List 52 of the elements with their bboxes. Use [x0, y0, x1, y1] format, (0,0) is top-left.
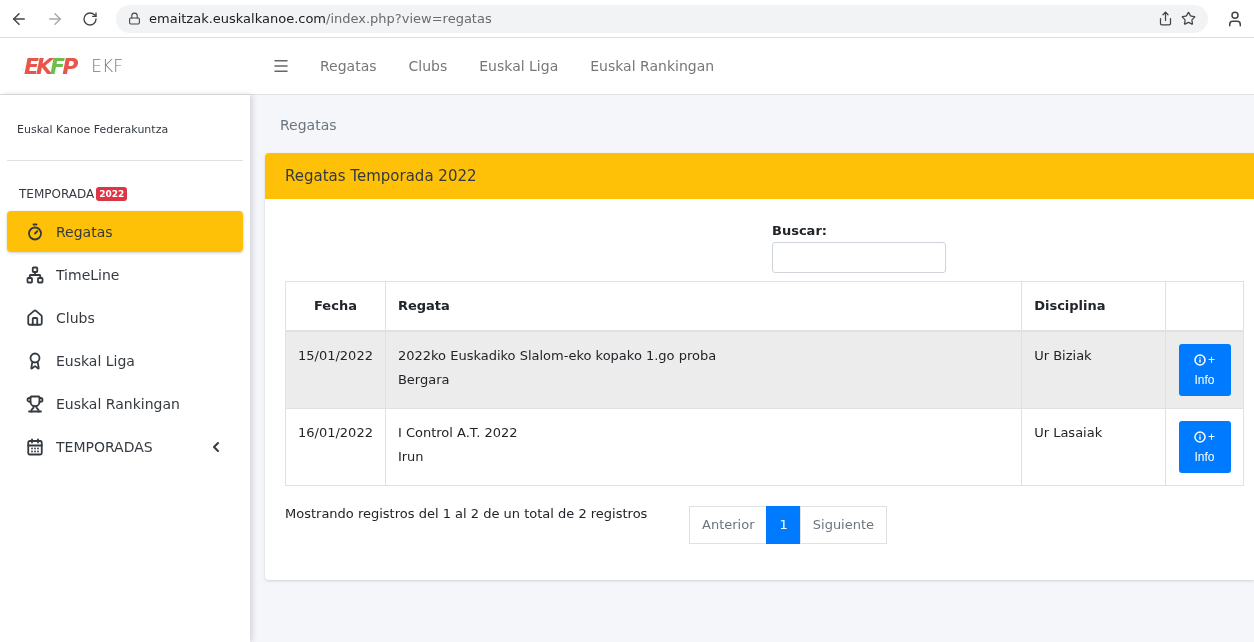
- nav-link[interactable]: Clubs: [408, 58, 448, 74]
- nav-link[interactable]: Euskal Liga: [479, 58, 559, 74]
- address-bar[interactable]: emaitzak.euskalkanoe.com/index.php?view=regatas: [116, 4, 1208, 33]
- sidebar-item[interactable]: Euskal Rankingan: [7, 383, 243, 424]
- sidebar-item[interactable]: TimeLine: [7, 254, 243, 295]
- sidebar-item[interactable]: Clubs: [7, 297, 243, 338]
- star-icon[interactable]: [1181, 11, 1196, 26]
- pagination-button[interactable]: 1: [766, 505, 801, 544]
- nav-link[interactable]: Regatas: [320, 58, 377, 74]
- calendar-icon: [26, 437, 44, 456]
- house-icon: [26, 308, 44, 327]
- stopwatch-icon: [26, 222, 44, 241]
- date-text: 15/01/2022: [298, 347, 373, 363]
- sidebar-item[interactable]: Regatas: [7, 211, 243, 252]
- url-path: /index.php?view=regatas: [326, 11, 492, 26]
- sidebar-item[interactable]: Euskal Liga: [7, 340, 243, 381]
- brand-name: EKF: [91, 56, 123, 76]
- info-button[interactable]: + Info: [1178, 343, 1231, 396]
- organization-name: Euskal Kanoe Federakuntza: [7, 95, 243, 161]
- date-text: 16/01/2022: [298, 424, 373, 440]
- url-host: emaitzak.euskalkanoe.com: [149, 11, 327, 26]
- pagination-button[interactable]: Siguiente: [799, 505, 888, 544]
- column-header: Fecha: [285, 281, 386, 331]
- info-icon: [1194, 353, 1206, 366]
- breadcrumb: Regatas: [279, 116, 338, 135]
- year-badge: 2022: [96, 187, 128, 201]
- info-icon: [1194, 430, 1206, 443]
- pagination-button[interactable]: Anterior: [689, 505, 768, 544]
- regatta-place: Irun: [397, 447, 425, 466]
- discipline-text: Ur Lasaiak: [1034, 424, 1103, 440]
- column-header: Disciplina: [1021, 281, 1166, 331]
- share-icon[interactable]: [1158, 11, 1173, 26]
- card-header: Regatas Temporada 2022: [265, 153, 1254, 199]
- column-header: Regata: [385, 281, 1022, 331]
- search-label: Buscar:: [772, 223, 828, 238]
- nav-link[interactable]: Euskal Rankingan: [590, 58, 715, 74]
- regatta-name: 2022ko Euskadiko Slalom-eko kopako 1.go proba: [397, 346, 718, 365]
- sitemap-icon: [26, 265, 44, 284]
- records-info: Mostrando registros del 1 al 2 de un total de 2 registros: [285, 505, 649, 521]
- sidebar-item[interactable]: TEMPORADAS: [7, 426, 243, 467]
- discipline-text: Ur Biziak: [1034, 347, 1092, 363]
- lock-icon: [128, 12, 141, 25]
- regatta-name: I Control A.T. 2022: [397, 423, 519, 442]
- section-header: TEMPORADA: [19, 187, 95, 201]
- regatta-place: Bergara: [397, 370, 451, 389]
- logo: EKFP: [24, 53, 76, 79]
- search-field[interactable]: [772, 242, 946, 273]
- profile-icon[interactable]: [1226, 9, 1244, 28]
- menu-icon[interactable]: [272, 57, 290, 75]
- info-button[interactable]: + Info: [1178, 420, 1231, 473]
- trophy-icon: [26, 394, 44, 413]
- reload-icon[interactable]: [82, 10, 98, 27]
